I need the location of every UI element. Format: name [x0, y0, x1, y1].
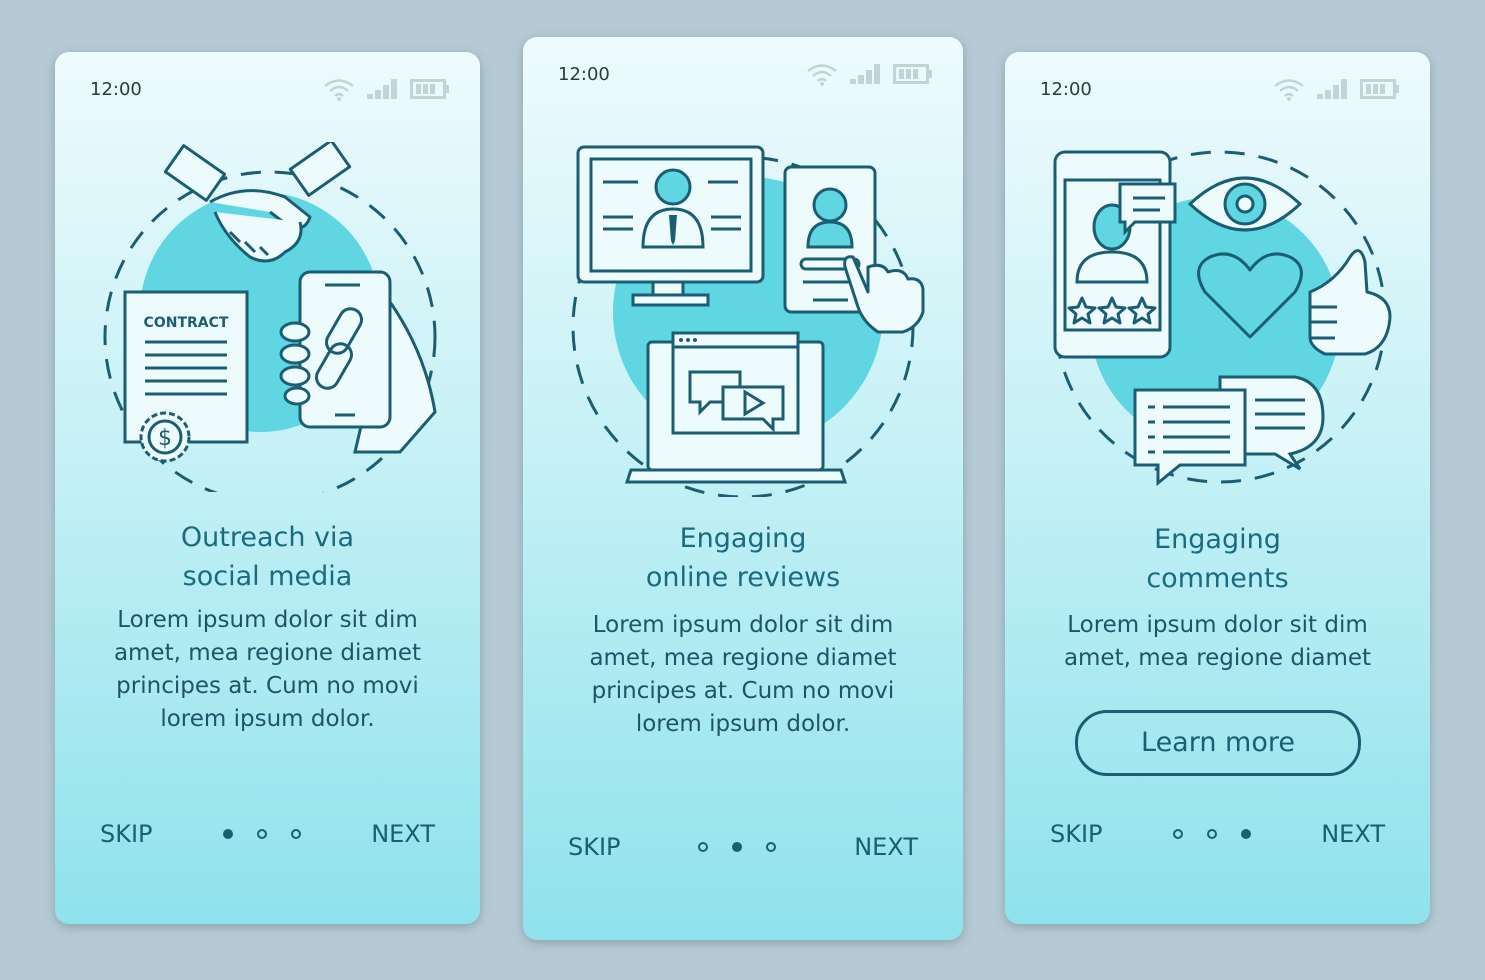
- onboarding-nav: SKIP NEXT: [568, 833, 918, 861]
- comments-illustration: [1053, 150, 1392, 487]
- page-dot-3[interactable]: [290, 829, 301, 839]
- status-time: 12:00: [1040, 78, 1092, 100]
- onboarding-nav: SKIP NEXT: [1050, 820, 1385, 848]
- svg-text:$: $: [158, 426, 172, 451]
- reviews-illustration: [571, 145, 925, 497]
- signal-icon: [850, 64, 880, 84]
- skip-button[interactable]: SKIP: [568, 833, 621, 861]
- status-bar: 12:00: [558, 63, 933, 86]
- status-bar: 12:00: [1040, 78, 1400, 101]
- screen-description: Lorem ipsum dolor sit dim amet, mea regi…: [1063, 612, 1372, 671]
- page-dot-2[interactable]: [256, 829, 267, 839]
- next-button[interactable]: NEXT: [854, 833, 918, 861]
- comment-bubbles-icon: [1133, 375, 1325, 487]
- page-indicator: [1172, 829, 1251, 839]
- screen-description: Lorem ipsum dolor sit dim amet, mea regi…: [589, 612, 897, 737]
- dollar-seal-icon: $: [139, 411, 191, 463]
- status-time: 12:00: [558, 63, 610, 85]
- onboarding-screen-2: 12:00 Engaging online reviews Lorem ipsu…: [523, 37, 963, 940]
- page-dot-1-active[interactable]: [222, 829, 233, 839]
- signal-icon: [367, 79, 397, 99]
- smartphone-rating-icon: [1053, 150, 1177, 359]
- laptop-video-chat-icon: [624, 331, 848, 484]
- wifi-icon: [807, 64, 837, 86]
- battery-icon: [1360, 79, 1399, 99]
- next-button[interactable]: NEXT: [371, 820, 435, 848]
- onboarding-nav: SKIP NEXT: [100, 820, 435, 848]
- page-dot-2-active[interactable]: [732, 842, 743, 852]
- contract-icon: CONTRACT: [123, 290, 249, 444]
- screen-description: Lorem ipsum dolor sit dim amet, mea regi…: [113, 607, 422, 732]
- outreach-illustration: CONTRACT $: [103, 142, 437, 492]
- page-dot-3-active[interactable]: [1240, 829, 1251, 839]
- battery-icon: [410, 79, 449, 99]
- page-dot-2[interactable]: [1206, 829, 1217, 839]
- learn-more-button[interactable]: Learn more: [1075, 710, 1361, 776]
- skip-button[interactable]: SKIP: [1050, 820, 1103, 848]
- onboarding-screen-3: 12:00 Engaging comments Lorem ipsum dolo…: [1005, 52, 1430, 924]
- contract-label: CONTRACT: [144, 315, 229, 331]
- page-indicator: [222, 829, 301, 839]
- signal-icon: [1317, 79, 1347, 99]
- page-indicator: [698, 842, 777, 852]
- status-time: 12:00: [90, 78, 142, 100]
- screen-title: Engaging online reviews: [645, 523, 841, 593]
- skip-button[interactable]: SKIP: [100, 820, 153, 848]
- smartphone-link-icon: [279, 270, 437, 454]
- battery-icon: [893, 64, 932, 84]
- screen-title: Engaging comments: [1146, 524, 1289, 594]
- status-bar: 12:00: [90, 78, 450, 101]
- monitor-profile-icon: [576, 145, 765, 307]
- page-dot-1[interactable]: [698, 842, 709, 852]
- onboarding-screen-1: 12:00 CONTRACT $ Outreach via social med…: [55, 52, 480, 924]
- wifi-icon: [324, 79, 354, 101]
- page-dot-1[interactable]: [1172, 829, 1183, 839]
- next-button[interactable]: NEXT: [1321, 820, 1385, 848]
- screen-title: Outreach via social media: [180, 522, 355, 592]
- wifi-icon: [1274, 79, 1304, 101]
- page-dot-3[interactable]: [766, 842, 777, 852]
